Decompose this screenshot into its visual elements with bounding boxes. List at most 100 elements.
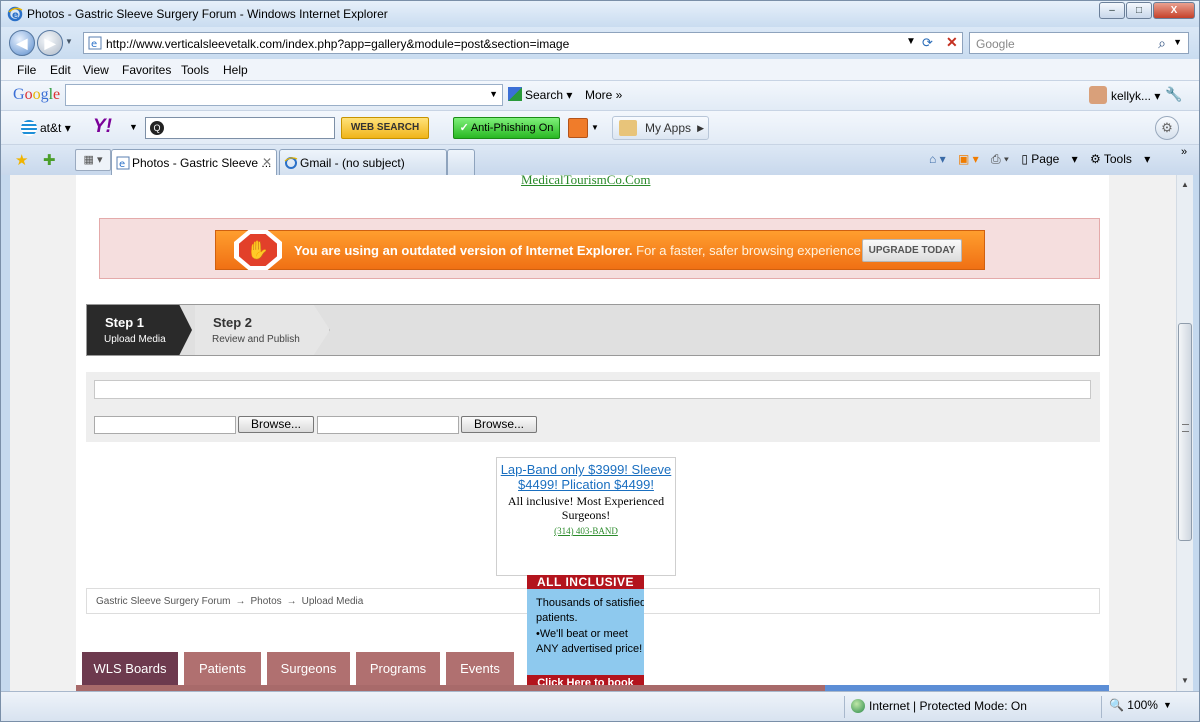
feeds-icon[interactable]: ▣ ▾ [958, 152, 979, 166]
refresh-icon[interactable]: ⟳ [922, 35, 933, 51]
close-tab-icon[interactable]: ✕ [262, 155, 272, 169]
tab-bar: ★ ✚ ▦ ▾ e Photos - Gastric Sleeve ... ✕ … [1, 145, 1199, 175]
ad-phone-link[interactable]: (314) 403-BAND [497, 526, 675, 536]
address-dropdown-icon[interactable]: ▼ [906, 36, 916, 47]
google-user-label: kellyk... [1111, 89, 1152, 103]
home-icon[interactable]: ⌂ ▾ [929, 152, 946, 166]
google-user-menu[interactable]: kellyk... ▾ [1089, 86, 1160, 104]
favorites-star-icon[interactable]: ★ [15, 151, 28, 169]
google-search-dropdown-icon[interactable]: ▼ [489, 89, 498, 99]
step-2[interactable]: Step 2 Review and Publish [195, 305, 330, 355]
back-button[interactable]: ◀ [9, 30, 35, 56]
my-apps-button[interactable]: My Apps ▶ [612, 116, 709, 140]
yahoo-search-input[interactable]: Q [145, 117, 335, 139]
status-separator [844, 696, 845, 718]
file-input-2[interactable] [317, 416, 459, 434]
nav-tab-patients[interactable]: Patients [184, 652, 261, 687]
zoom-level[interactable]: 🔍 100% [1109, 698, 1158, 712]
page-menu[interactable]: ▯ Page ▾ [1021, 152, 1077, 166]
step-1[interactable]: Step 1 Upload Media [87, 305, 192, 355]
scroll-up-icon[interactable]: ▲ [1177, 177, 1193, 193]
upgrade-today-button[interactable]: UPGRADE TODAY [862, 239, 962, 262]
breadcrumb-photos[interactable]: Photos [251, 596, 282, 607]
file-input-1[interactable] [94, 416, 236, 434]
menu-view[interactable]: View [83, 63, 109, 77]
ad-line-1: Thousands of satisfied [536, 597, 644, 609]
browse-button-2[interactable]: Browse... [461, 416, 537, 433]
ad-line-3: •We'll beat or meet [536, 628, 628, 640]
zoom-dropdown-icon[interactable]: ▼ [1163, 700, 1172, 710]
close-button[interactable]: X [1153, 2, 1195, 19]
address-bar[interactable]: e http://www.verticalsleevetalk.com/inde… [83, 32, 963, 54]
zoom-label: 100% [1127, 698, 1158, 712]
google-more-button[interactable]: More » [585, 88, 622, 102]
google-search-input[interactable]: ▼ [65, 84, 503, 106]
outdated-ie-strip: ✋ You are using an outdated version of I… [215, 230, 985, 270]
anti-phishing-icon: ✓ [459, 122, 469, 134]
sponsor-link[interactable]: MedicalTourismCo.Com [521, 175, 650, 188]
breadcrumb-upload-media: Upload Media [301, 596, 364, 607]
yahoo-logo[interactable]: Y! [93, 116, 112, 138]
web-search-button[interactable]: WEB SEARCH [341, 117, 429, 139]
toolbar-app-icon[interactable] [568, 118, 588, 138]
scroll-down-icon[interactable]: ▼ [1177, 673, 1193, 689]
all-inclusive-header: ALL INCLUSIVE [527, 575, 644, 589]
scrollbar-thumb[interactable] [1178, 323, 1192, 541]
tab-photos[interactable]: e Photos - Gastric Sleeve ... ✕ [111, 149, 277, 175]
tools-menu[interactable]: ⚙ Tools ▾ [1090, 152, 1150, 166]
search-icon[interactable]: ⌕ [1158, 35, 1166, 52]
breadcrumb-forum[interactable]: Gastric Sleeve Surgery Forum [96, 596, 231, 607]
add-favorites-icon[interactable]: ✚ [43, 151, 56, 169]
forward-button[interactable]: ▶ [37, 30, 63, 56]
nav-tab-programs[interactable]: Programs [356, 652, 440, 687]
minimize-button[interactable]: – [1099, 2, 1125, 19]
menu-favorites[interactable]: Favorites [122, 63, 171, 77]
print-icon[interactable]: ⎙ ▾ [991, 152, 1009, 166]
ad-headline-link[interactable]: Lap-Band only $3999! Sleeve $4499! Plica… [497, 462, 675, 492]
google-search-button[interactable]: Search ▾ [508, 87, 572, 102]
stop-hand-icon: ✋ [234, 230, 282, 270]
att-label: at&t [40, 121, 62, 135]
menu-tools[interactable]: Tools [181, 63, 209, 77]
menu-edit[interactable]: Edit [50, 63, 71, 77]
upload-steps: Step 1 Upload Media Step 2 Review and Pu… [86, 304, 1100, 356]
page-content: MedicalTourismCo.Com ✋ You are using an … [76, 175, 1109, 691]
security-zone[interactable]: Internet | Protected Mode: On [851, 699, 1027, 713]
menu-help[interactable]: Help [223, 63, 248, 77]
tab-label: Photos - Gastric Sleeve ... [132, 156, 272, 170]
search-options-dropdown-icon[interactable]: ▼ [1173, 37, 1182, 47]
yahoo-search-icon: Q [150, 121, 164, 135]
att-button[interactable]: at&t ▾ [21, 120, 71, 136]
yahoo-toolbar: at&t ▾ Y! ▼ Q WEB SEARCH ✓ Anti-Phishing … [1, 111, 1199, 145]
outdated-ie-banner: ✋ You are using an outdated version of I… [99, 218, 1100, 279]
all-inclusive-ad[interactable]: ALL INCLUSIVE Thousands of satisfied pat… [527, 575, 644, 691]
outdated-ie-bold: You are using an outdated version of Int… [294, 243, 633, 258]
nav-tab-wls-boards[interactable]: WLS Boards [82, 652, 178, 687]
quick-tabs-button[interactable]: ▦ ▾ [75, 149, 111, 171]
new-tab-button[interactable] [447, 149, 475, 175]
stop-icon[interactable]: ✕ [946, 34, 958, 51]
vertical-scrollbar[interactable]: ▲ ▼ [1176, 175, 1193, 691]
search-box[interactable]: Google ⌕ ▼ [969, 32, 1189, 54]
maximize-button[interactable]: □ [1126, 2, 1152, 19]
tab-ie-icon [284, 157, 298, 169]
lap-band-ad: Lap-Band only $3999! Sleeve $4499! Plica… [496, 457, 676, 576]
upload-form: Browse... Browse... [86, 372, 1100, 442]
nav-tab-surgeons[interactable]: Surgeons [267, 652, 350, 687]
wrench-icon[interactable]: 🔧 [1165, 86, 1182, 103]
upload-title-input[interactable] [94, 380, 1091, 399]
browse-button-1[interactable]: Browse... [238, 416, 314, 433]
anti-phishing-button[interactable]: ✓ Anti-Phishing On [453, 117, 560, 139]
google-toolbar: Google ▼ Search ▾ More » kellyk... ▾ 🔧 [1, 81, 1199, 111]
tab-gmail[interactable]: Gmail - (no subject) [279, 149, 447, 175]
recent-pages-dropdown-icon[interactable]: ▼ [65, 37, 73, 46]
toolbar-app-dropdown-icon[interactable]: ▼ [591, 123, 599, 132]
menu-file[interactable]: File [17, 63, 36, 77]
search-placeholder: Google [976, 37, 1015, 51]
address-url[interactable]: http://www.verticalsleevetalk.com/index.… [106, 37, 569, 51]
yahoo-dropdown-icon[interactable]: ▼ [129, 122, 138, 132]
nav-tab-events[interactable]: Events [446, 652, 514, 687]
browser-window: e Photos - Gastric Sleeve Surgery Forum … [0, 0, 1200, 722]
gear-icon[interactable]: ⚙ [1155, 116, 1179, 140]
toolbar-overflow-icon[interactable]: » [1181, 146, 1187, 158]
